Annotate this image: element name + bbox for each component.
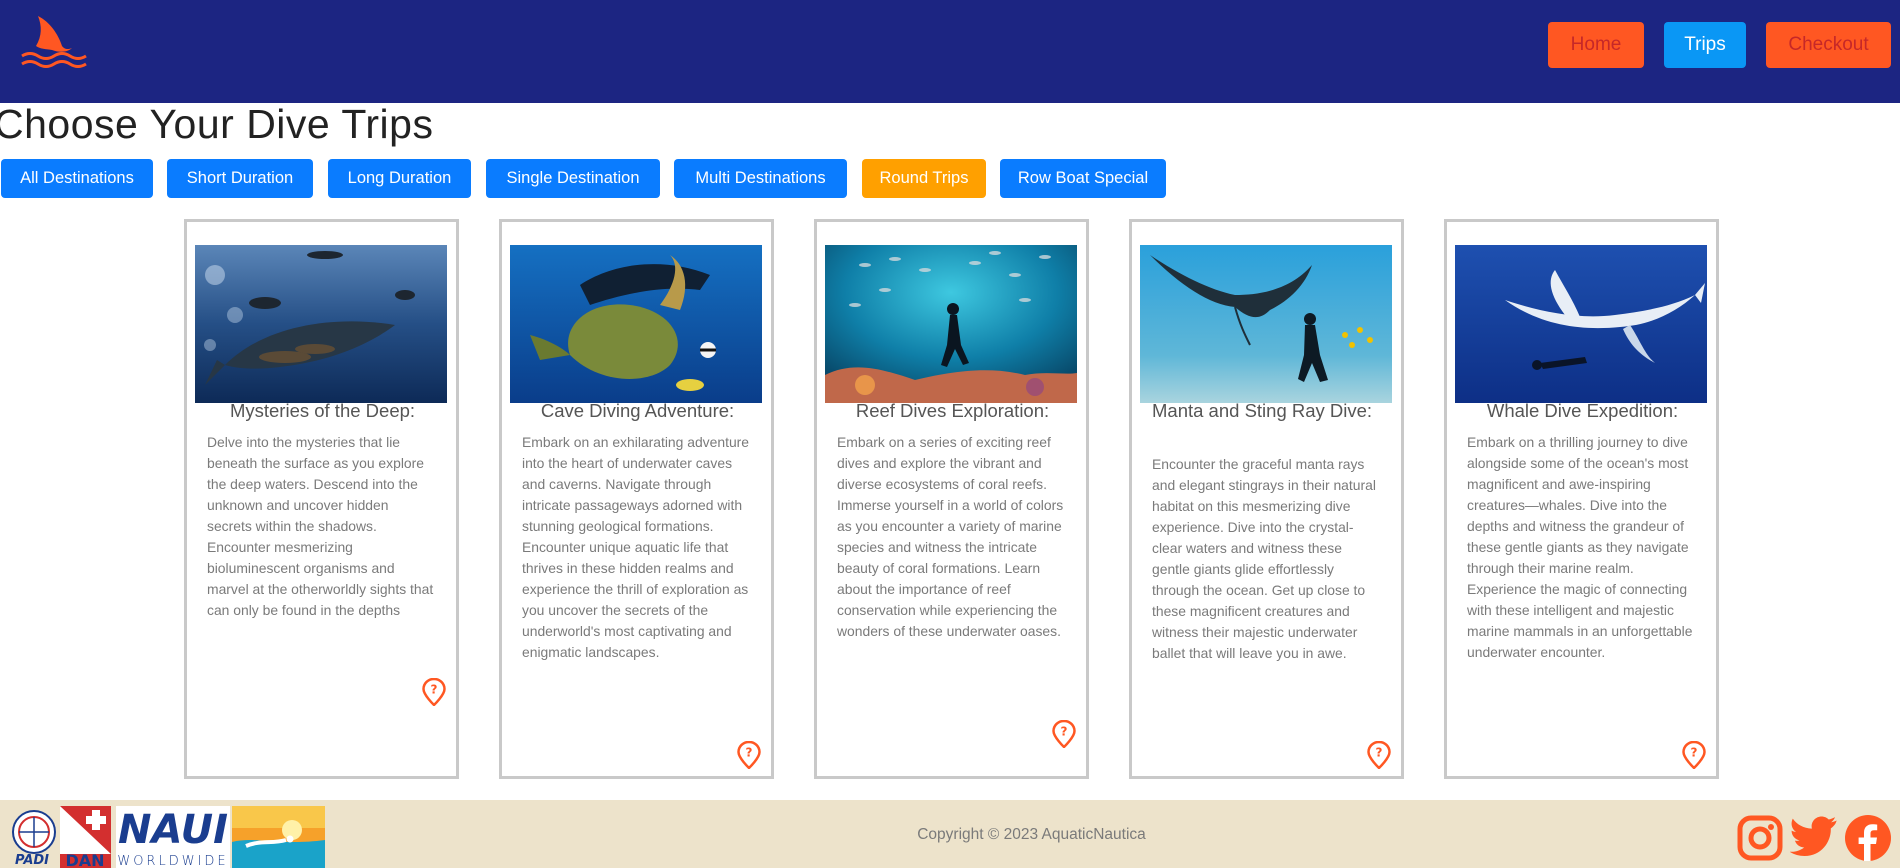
card-description: Delve into the mysteries that lie beneat… xyxy=(207,434,434,618)
help-location-icon[interactable]: ? xyxy=(1367,741,1391,769)
filter-multi-destinations[interactable]: Multi Destinations xyxy=(674,159,847,198)
help-location-icon[interactable]: ? xyxy=(1052,720,1076,748)
help-location-icon[interactable]: ? xyxy=(737,741,761,769)
card-title: Reef Dives Exploration: xyxy=(855,400,1050,421)
help-location-icon[interactable]: ? xyxy=(1682,741,1706,769)
trip-card[interactable]: Mysteries of the Deep: Delve into the my… xyxy=(184,219,459,779)
card-title: Manta and Sting Ray Dive: xyxy=(1152,400,1373,421)
reef-diver-photo xyxy=(825,245,1077,403)
site-footer: PADI DAN NAUI WORLDWIDE Copyright © 2023… xyxy=(0,800,1900,868)
trip-card[interactable]: Manta and Sting Ray Dive: Encounter the … xyxy=(1129,219,1404,779)
twitter-icon[interactable] xyxy=(1790,814,1838,862)
whale-shark-photo xyxy=(195,245,447,403)
card-title: Cave Diving Adventure: xyxy=(540,400,735,421)
svg-text:?: ? xyxy=(746,746,753,760)
card-description: Embark on a thrilling journey to dive al… xyxy=(1467,434,1693,660)
help-location-icon[interactable]: ? xyxy=(422,678,446,706)
humpback-whale-photo xyxy=(1455,245,1707,403)
page-title: Choose Your Dive Trips xyxy=(0,101,434,147)
card-description: Encounter the graceful manta rays and el… xyxy=(1152,456,1376,661)
card-title: Whale Dive Expedition: xyxy=(1486,400,1679,421)
instagram-icon[interactable] xyxy=(1736,814,1784,862)
svg-text:?: ? xyxy=(1691,746,1698,760)
trip-card[interactable]: Cave Diving Adventure: Embark on an exhi… xyxy=(499,219,774,779)
manta-ray-photo xyxy=(1140,245,1392,403)
nav-trips-button[interactable]: Trips xyxy=(1664,22,1746,68)
svg-text:?: ? xyxy=(1376,746,1383,760)
svg-text:?: ? xyxy=(431,683,438,697)
filter-all-destinations[interactable]: All Destinations xyxy=(1,159,153,198)
card-description: Embark on an exhilarating adventure into… xyxy=(522,434,750,660)
nav-home-button[interactable]: Home xyxy=(1548,22,1644,68)
filter-short-duration[interactable]: Short Duration xyxy=(167,159,313,198)
nav-checkout-button[interactable]: Checkout xyxy=(1766,22,1891,68)
copyright-text: Copyright © 2023 AquaticNautica xyxy=(917,826,1146,843)
filter-round-trips[interactable]: Round Trips xyxy=(862,159,986,198)
site-header: Home Trips Checkout xyxy=(0,0,1900,103)
filter-row-boat-special[interactable]: Row Boat Special xyxy=(1000,159,1166,198)
shark-fin-icon[interactable] xyxy=(20,16,92,72)
trip-card[interactable]: Reef Dives Exploration: Embark on a seri… xyxy=(814,219,1089,779)
facebook-icon[interactable] xyxy=(1844,814,1892,862)
svg-text:?: ? xyxy=(1061,725,1068,739)
card-title: Mysteries of the Deep: xyxy=(229,400,416,421)
sea-turtle-photo xyxy=(510,245,762,403)
card-description: Embark on a series of exciting reef dive… xyxy=(837,434,1064,639)
filter-long-duration[interactable]: Long Duration xyxy=(328,159,471,198)
dan-text: DAN xyxy=(65,851,104,868)
filter-single-destination[interactable]: Single Destination xyxy=(486,159,660,198)
trip-card[interactable]: Whale Dive Expedition: Embark on a thril… xyxy=(1444,219,1719,779)
naui-worldwide-text: WORLDWIDE xyxy=(117,854,228,868)
padi-text: PADI xyxy=(15,853,49,868)
